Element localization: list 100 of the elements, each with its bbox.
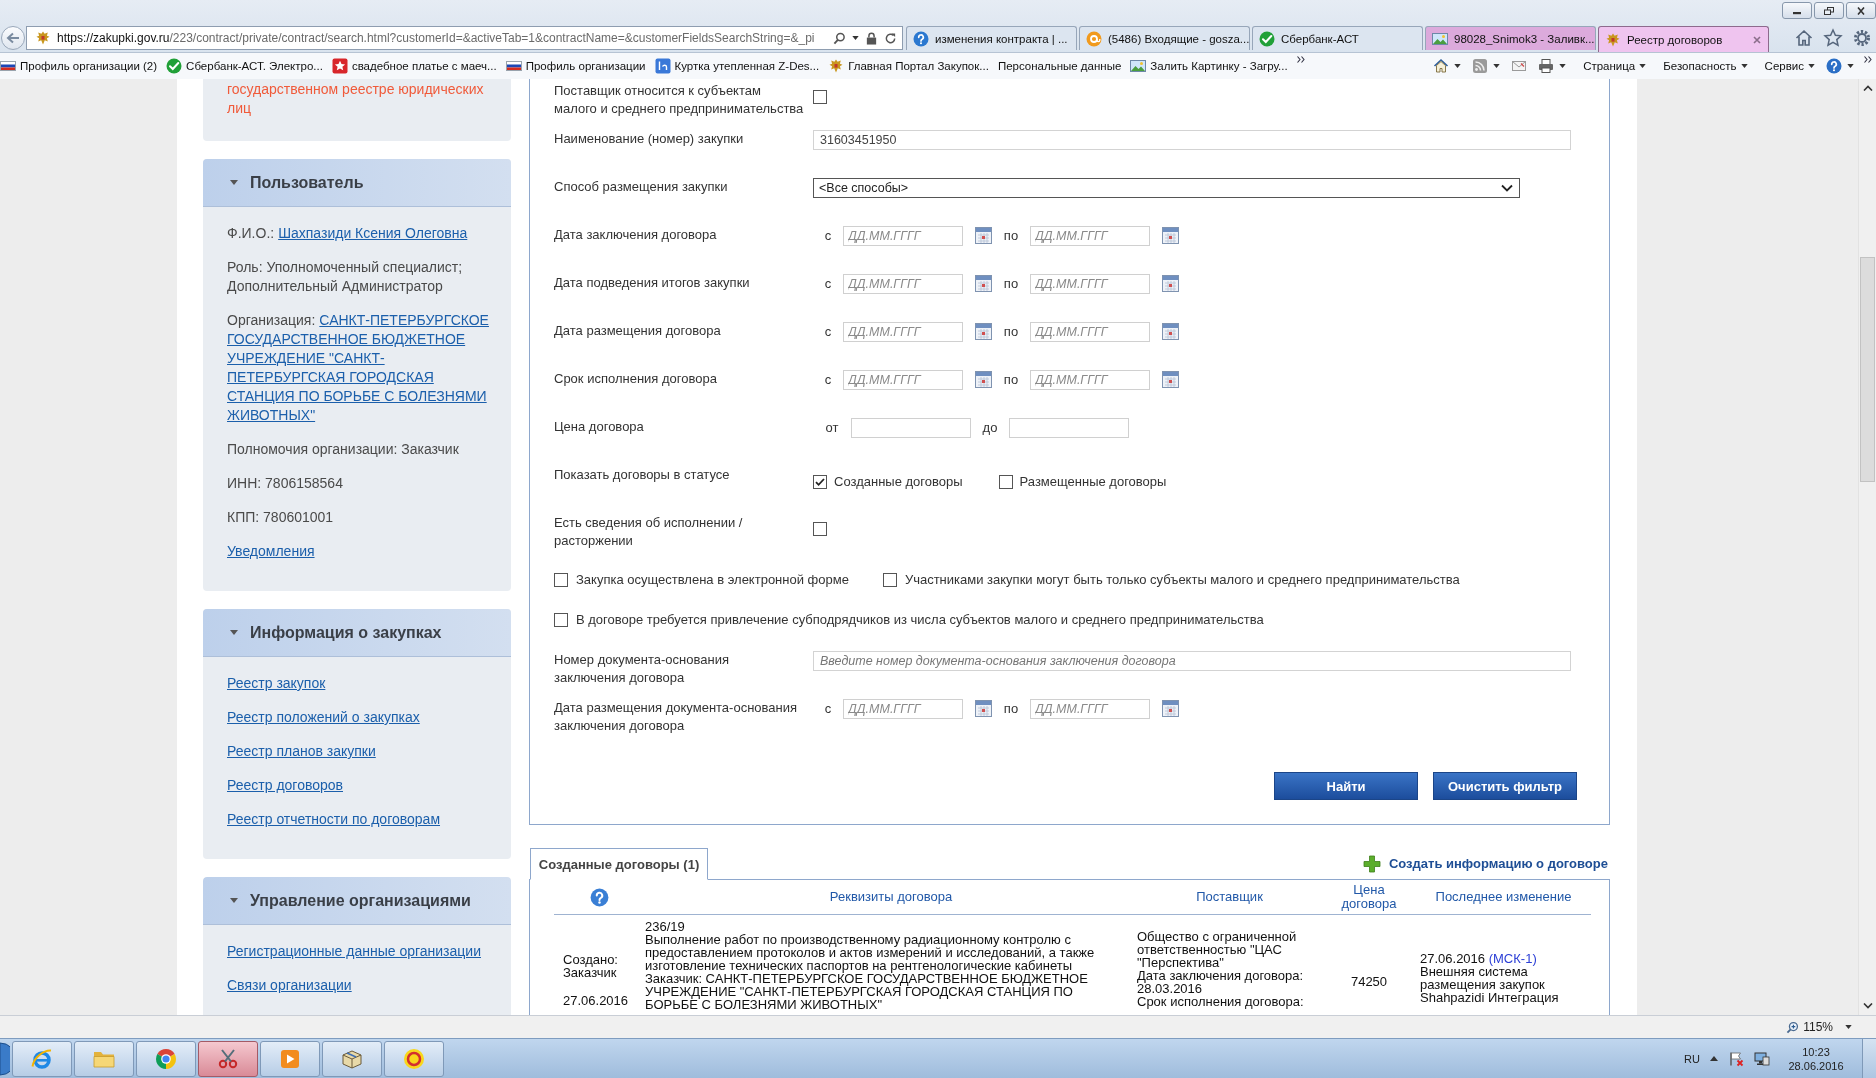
- caret-icon[interactable]: [1740, 64, 1748, 68]
- panel-header[interactable]: Управление организациями: [203, 877, 511, 925]
- bookmark-link[interactable]: Главная Портал Закупок...: [828, 58, 989, 74]
- bookmark-link[interactable]: Персональные данные: [997, 60, 1122, 72]
- clock-time[interactable]: 10:23: [1802, 1044, 1830, 1059]
- home-icon[interactable]: [1433, 58, 1450, 74]
- checkbox[interactable]: [813, 522, 827, 536]
- clear-filter-button[interactable]: Очистить фильтр: [1433, 772, 1577, 800]
- checkbox[interactable]: [554, 573, 568, 587]
- column-header[interactable]: Реквизиты договора: [829, 890, 953, 904]
- command-menu[interactable]: Страница: [1583, 60, 1647, 72]
- chevron-icon[interactable]: [1296, 56, 1305, 63]
- back-button[interactable]: [1, 26, 25, 50]
- nav-link[interactable]: Реестр отчетности по договорам: [227, 811, 440, 827]
- method-select[interactable]: <Все способы>: [813, 178, 1520, 198]
- arrow-up-icon[interactable]: [1710, 1056, 1718, 1061]
- caret-icon[interactable]: [1808, 64, 1815, 68]
- browser-tab[interactable]: Сбербанк-АСТ: [1252, 26, 1423, 50]
- nav-link[interactable]: Реестр положений о закупках: [227, 709, 420, 725]
- calendar-icon[interactable]: [1162, 227, 1179, 244]
- calendar-icon[interactable]: [1162, 700, 1179, 717]
- home-icon[interactable]: [1794, 28, 1814, 48]
- checkbox[interactable]: [813, 90, 827, 104]
- panel-header[interactable]: Пользователь: [203, 159, 511, 207]
- flag-icon[interactable]: [1728, 1050, 1744, 1067]
- browser-tab[interactable]: 98028_Snimok3 - Заливк...: [1425, 26, 1596, 50]
- checkbox[interactable]: [554, 613, 568, 627]
- text-input[interactable]: 31603451950: [813, 130, 1571, 150]
- calendar-icon[interactable]: [975, 227, 992, 244]
- help-icon[interactable]: [1826, 58, 1842, 74]
- calendar-icon[interactable]: [975, 371, 992, 388]
- results-tab[interactable]: Созданные договоры (1): [530, 848, 708, 880]
- column-header[interactable]: Цена договора: [1337, 883, 1401, 911]
- nav-link[interactable]: Уведомления: [227, 543, 315, 559]
- text-input[interactable]: Введите номер документа-основания заключения договора: [813, 651, 1571, 671]
- caret-icon[interactable]: [1639, 64, 1647, 68]
- caret-icon[interactable]: [1559, 64, 1567, 68]
- price-input[interactable]: [1009, 418, 1129, 438]
- checkbox[interactable]: [813, 475, 827, 489]
- column-header[interactable]: Последнее изменение: [1435, 890, 1572, 904]
- panel-header[interactable]: Информация о закупках: [203, 609, 511, 657]
- star-icon[interactable]: [1823, 28, 1843, 48]
- chevron-icon[interactable]: [1864, 56, 1872, 63]
- zoom-button[interactable]: 115%: [1786, 1020, 1833, 1034]
- calendar-icon[interactable]: [1162, 275, 1179, 292]
- minimize-button[interactable]: [1782, 2, 1812, 19]
- browser-tab[interactable]: (5486) Входящие - gosza...: [1079, 26, 1250, 50]
- bookmark-link[interactable]: Залить Картинку - Загру...: [1130, 58, 1288, 74]
- command-menu[interactable]: Безопасность: [1663, 60, 1748, 72]
- refresh-icon[interactable]: [884, 31, 897, 45]
- nav-link[interactable]: Регистрационные данные организации: [227, 943, 481, 959]
- create-link[interactable]: Создать информацию о договоре: [1362, 854, 1608, 873]
- bookmark-link[interactable]: Сбербанк-АСТ. Электро...: [166, 58, 323, 74]
- taskbar-button[interactable]: [136, 1040, 196, 1077]
- printer-icon[interactable]: [1538, 58, 1555, 74]
- lock-icon[interactable]: [865, 31, 878, 45]
- bookmark-link[interactable]: Куртка утепленная Z-Des...: [654, 58, 820, 74]
- bookmark-link[interactable]: Профиль организации (2): [0, 58, 158, 74]
- close-icon[interactable]: [1752, 34, 1762, 45]
- calendar-icon[interactable]: [975, 323, 992, 340]
- caret-icon[interactable]: [1493, 64, 1501, 68]
- taskbar-button[interactable]: [198, 1040, 258, 1077]
- calendar-icon[interactable]: [975, 700, 992, 717]
- language-indicator[interactable]: RU: [1684, 1052, 1700, 1065]
- column-header[interactable]: Поставщик: [1196, 890, 1263, 904]
- scrollbar-track[interactable]: [1858, 79, 1876, 1015]
- bookmark-link[interactable]: свадебное платье с маеч...: [331, 58, 497, 74]
- help-icon[interactable]: [590, 887, 609, 907]
- calendar-icon[interactable]: [1162, 371, 1179, 388]
- calendar-icon[interactable]: [975, 275, 992, 292]
- caret-icon[interactable]: [852, 36, 859, 40]
- start-button[interactable]: [0, 1040, 10, 1077]
- checkbox[interactable]: [882, 573, 897, 587]
- settings-icon[interactable]: [1852, 28, 1872, 48]
- clock-date[interactable]: 28.06.2016: [1788, 1058, 1844, 1073]
- close-button[interactable]: [1846, 2, 1876, 19]
- browser-tab[interactable]: изменения контракта | ...: [906, 26, 1077, 50]
- price-input[interactable]: [851, 418, 971, 438]
- scrollbar-thumb[interactable]: [1860, 257, 1875, 482]
- bookmark-link[interactable]: Профиль организации: [505, 58, 646, 74]
- taskbar-button[interactable]: [12, 1040, 72, 1077]
- nav-link[interactable]: Реестр договоров: [227, 777, 343, 793]
- restore-button[interactable]: [1814, 2, 1844, 19]
- caret-icon[interactable]: [1845, 1025, 1852, 1029]
- taskbar-button[interactable]: [384, 1040, 444, 1077]
- address-field[interactable]: https://zakupki.gov.ru/223/contract/private/contract/search.html?customerId=&activeTab=1&contractName=&customerFieldsSearchString=&_pi: [26, 26, 903, 50]
- caret-icon[interactable]: [1454, 64, 1462, 68]
- nav-link[interactable]: Реестр планов закупки: [227, 743, 376, 759]
- nav-link[interactable]: Связи организации: [227, 977, 352, 993]
- checkbox[interactable]: [998, 475, 1013, 489]
- nav-link[interactable]: Реестр закупок: [227, 675, 326, 691]
- command-menu[interactable]: Сервис: [1764, 60, 1815, 72]
- monitor-icon[interactable]: [1754, 1050, 1770, 1067]
- caret-icon[interactable]: [1847, 64, 1854, 68]
- search-icon[interactable]: [833, 31, 846, 45]
- mail-icon[interactable]: [1511, 58, 1528, 74]
- find-button[interactable]: Найти: [1274, 772, 1418, 800]
- browser-tab[interactable]: Реестр договоров: [1598, 26, 1769, 52]
- taskbar-button[interactable]: [322, 1040, 382, 1077]
- calendar-icon[interactable]: [1162, 323, 1179, 340]
